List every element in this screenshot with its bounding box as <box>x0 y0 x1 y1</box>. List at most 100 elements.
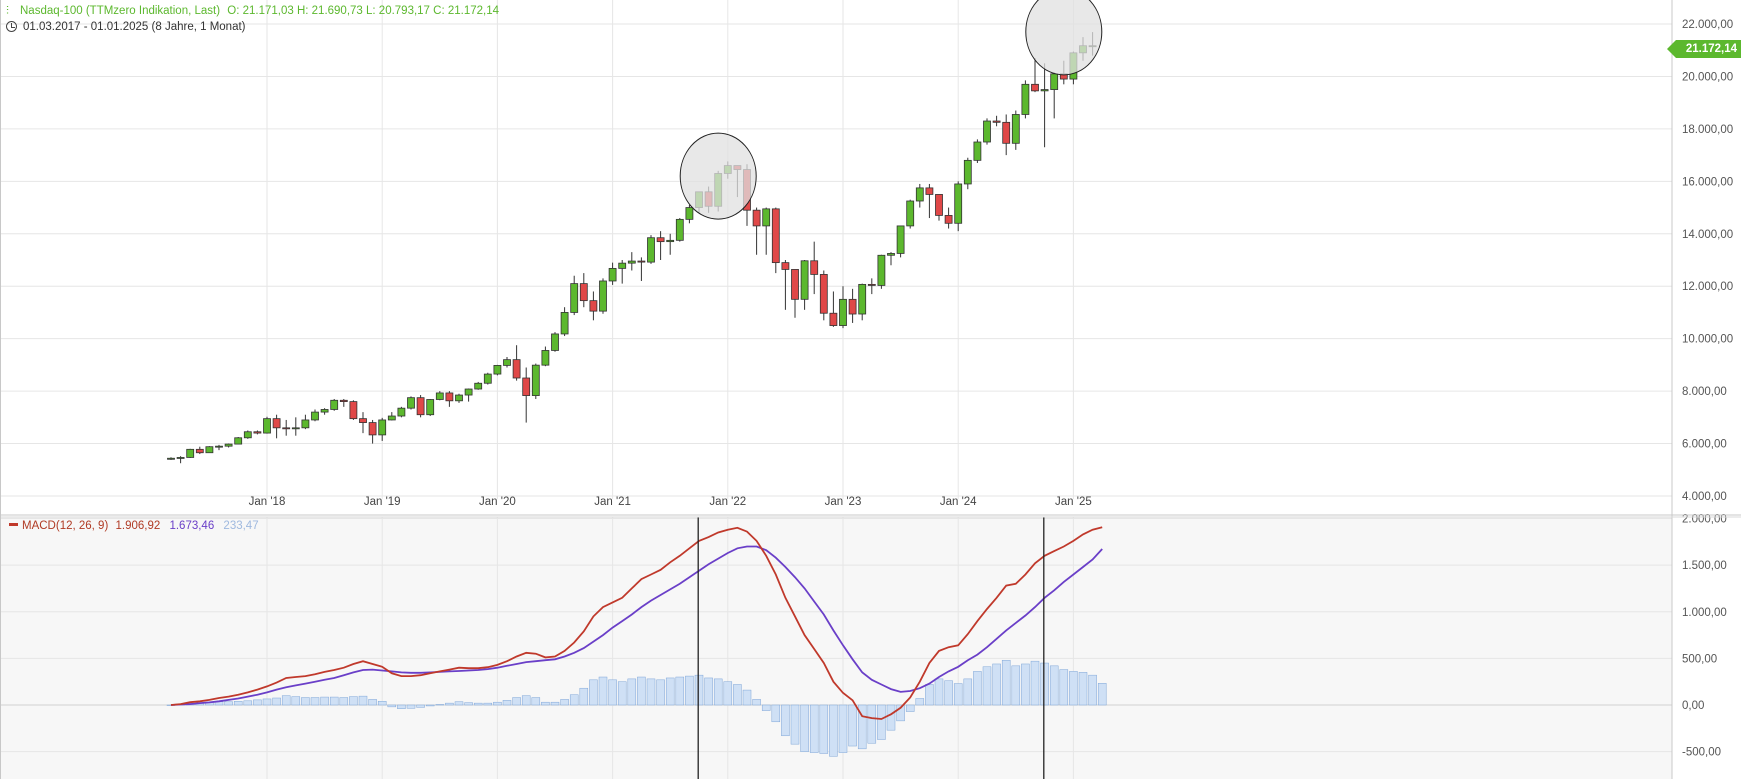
histogram-bar <box>723 681 733 706</box>
histogram-bar <box>425 704 435 707</box>
macd-legend-value: 1.906,92 <box>115 520 161 532</box>
candle-down <box>925 187 934 195</box>
histogram-bar <box>1049 665 1059 706</box>
histogram-bar <box>1059 669 1069 706</box>
histogram-legend-value: 233,47 <box>223 520 259 532</box>
histogram-bar <box>867 704 877 744</box>
histogram-bar <box>877 704 886 740</box>
candle-up <box>973 141 982 161</box>
highlight-circle <box>1025 0 1103 76</box>
candle-up <box>599 280 607 312</box>
histogram-bar <box>704 677 713 706</box>
histogram-bar <box>742 689 752 706</box>
candle-up <box>983 120 991 143</box>
histogram-bar <box>992 663 1001 706</box>
histogram-bar <box>790 704 800 745</box>
instrument-name: Nasdaq-100 (TTMzero Indikation, Last) <box>20 5 221 17</box>
candle-up <box>531 364 540 396</box>
candle-up <box>877 254 886 286</box>
histogram-bar <box>733 684 742 706</box>
time-tick-label: Jan '18 <box>249 496 286 508</box>
candle-down <box>445 392 454 402</box>
candle-down <box>339 399 348 402</box>
macd-tick-label: 1.500,00 <box>1682 560 1727 572</box>
candle-up <box>291 427 300 430</box>
histogram-bar <box>905 704 915 712</box>
histogram-bar <box>281 695 291 706</box>
histogram-bar <box>608 679 617 706</box>
candle-down <box>282 427 291 430</box>
time-tick-label: Jan '20 <box>479 496 516 508</box>
highlight-circle <box>679 132 757 220</box>
time-tick-label: Jan '19 <box>364 496 401 508</box>
histogram-bar <box>800 704 809 752</box>
candle-up <box>800 260 809 300</box>
date-range[interactable]: 01.03.2017 - 01.01.2025 (8 Jahre, 1 Mona… <box>6 21 246 33</box>
candle-up <box>1011 114 1020 144</box>
candle-down <box>579 283 588 302</box>
histogram-bar <box>963 678 973 706</box>
macd-tick-label: 0,00 <box>1682 700 1704 712</box>
histogram-bar <box>848 704 857 747</box>
price-tick-label: 8.000,00 <box>1682 386 1727 398</box>
histogram-bar <box>397 704 406 709</box>
histogram-bar <box>243 700 253 706</box>
candle-up <box>608 267 617 282</box>
histogram-bar <box>358 695 368 706</box>
macd-legend-name: MACD(12, 26, 9) <box>22 520 109 532</box>
histogram-bar <box>435 704 445 706</box>
candle-up <box>320 409 329 413</box>
candle-up <box>906 200 915 227</box>
candle-up <box>570 283 579 313</box>
histogram-bar <box>521 695 531 706</box>
candle-up <box>483 373 492 384</box>
price-tick-label: 22.000,00 <box>1682 19 1733 31</box>
candle-up <box>1021 83 1030 115</box>
candle-up <box>618 262 627 269</box>
histogram-bar <box>320 696 329 706</box>
histogram-bar <box>819 704 829 754</box>
histogram-bar <box>579 687 589 706</box>
histogram-bar <box>339 697 349 706</box>
candle-up <box>455 394 463 402</box>
histogram-bar <box>665 677 675 706</box>
macd-legend-swatch <box>9 523 18 526</box>
candle-up <box>915 187 924 202</box>
histogram-bar <box>416 704 425 708</box>
candle-up <box>186 448 195 458</box>
candle-down <box>791 269 799 300</box>
candlestick-icon: ⫶ <box>6 5 9 17</box>
histogram-bar <box>656 679 665 706</box>
candle-up <box>551 333 559 351</box>
histogram-bar <box>1097 683 1107 706</box>
candle-down <box>416 397 425 416</box>
time-tick-label: Jan '22 <box>709 496 746 508</box>
candle-down <box>867 283 876 286</box>
candle-up <box>407 397 415 409</box>
clock-icon <box>6 21 17 32</box>
candle-down <box>512 359 521 379</box>
candle-up <box>464 388 473 396</box>
histogram-bar <box>944 680 953 706</box>
signal-legend-value: 1.673,46 <box>169 520 215 532</box>
histogram-bar <box>387 704 397 708</box>
price-tick-label: 4.000,00 <box>1682 491 1727 503</box>
candle-up <box>397 407 406 417</box>
price-tick-label: 18.000,00 <box>1682 124 1733 136</box>
candle-up <box>541 350 550 366</box>
candle-up <box>560 312 569 335</box>
candle-down <box>349 401 358 420</box>
candle-up <box>378 419 387 436</box>
histogram-bar <box>589 679 598 706</box>
macd-legend[interactable]: MACD(12, 26, 9) 1.906,92 1.673,46 233,47 <box>9 520 259 532</box>
candle-down <box>368 422 377 436</box>
candle-down <box>272 418 281 429</box>
histogram-bar <box>829 704 838 757</box>
candle-up <box>387 415 396 421</box>
histogram-bar <box>685 675 694 706</box>
candle-up <box>493 365 502 375</box>
histogram-bar <box>1088 674 1097 706</box>
candle-down <box>359 418 367 423</box>
candlesticks <box>167 32 1097 464</box>
candle-down <box>944 215 953 224</box>
